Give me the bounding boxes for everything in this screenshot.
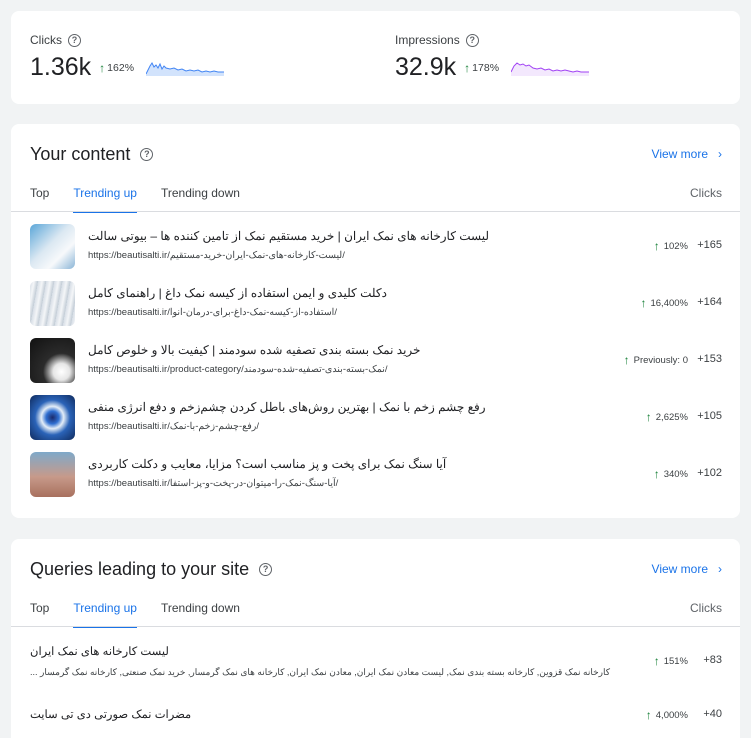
content-tabs: Top Trending up Trending down <box>30 186 240 213</box>
impressions-sparkline <box>511 61 590 76</box>
page-clicks: +165 <box>697 239 722 251</box>
content-row[interactable]: رفع چشم زخم با نمک | بهترین روش‌های باطل… <box>11 395 740 445</box>
arrow-up-icon: ↑ <box>645 708 652 722</box>
page-change: 16,400% <box>650 297 688 309</box>
impressions-change: 178% <box>472 61 500 74</box>
clicks-metric[interactable]: Clicks? 1.36k ↑ 162% <box>30 33 225 82</box>
page-title: خرید نمک بسته بندی تصفیه شده سودمند | کی… <box>88 343 421 357</box>
page-url: https://beautisalti.ir/رفع-چشم-زخم-با-نم… <box>88 421 259 432</box>
query-row[interactable]: مضرات نمک صورتی دی تی سایت ↑ 4,000% +40 <box>11 704 740 738</box>
help-icon[interactable]: ? <box>140 148 154 161</box>
clicks-label: Clicks <box>30 33 62 47</box>
view-more-link[interactable]: View more › <box>652 147 722 161</box>
tab-trending-down[interactable]: Trending down <box>161 601 240 628</box>
query-change: 4,000% <box>655 709 688 721</box>
page-change: Previously: 0 <box>633 354 688 366</box>
query-text: لیست کارخانه های نمک ایران <box>30 646 169 658</box>
chevron-right-icon: › <box>718 562 722 576</box>
panel-title: Queries leading to your site <box>30 559 250 579</box>
impressions-label: Impressions <box>395 33 460 47</box>
arrow-up-icon: ↑ <box>653 654 660 668</box>
divider <box>11 211 740 212</box>
page-change: 102% <box>663 240 688 252</box>
arrow-up-icon: ↑ <box>645 410 652 424</box>
tab-top[interactable]: Top <box>30 186 49 213</box>
page-title: لیست کارخانه های نمک ایران | خرید مستقیم… <box>88 229 490 243</box>
page-url: https://beautisalti.ir/لیست-کارخانه-های-… <box>88 250 345 261</box>
view-more-label: View more <box>651 562 708 576</box>
your-content-panel: Your content? View more › Top Trending up… <box>11 124 740 518</box>
help-icon[interactable]: ? <box>259 563 273 576</box>
view-more-link[interactable]: View more › <box>652 562 722 576</box>
queries-panel: Queries leading to your site? View more ›… <box>11 539 740 738</box>
page-thumbnail <box>30 452 75 497</box>
page-url: https://beautisalti.ir/استفاده-از-کیسه-ن… <box>88 307 337 318</box>
page-clicks: +105 <box>697 410 722 422</box>
panel-title: Your content <box>30 144 131 164</box>
divider <box>11 626 740 627</box>
page-title: آیا سنگ نمک برای پخت و پز مناسب است؟ مزا… <box>88 457 447 471</box>
page-change: 2,625% <box>655 411 688 423</box>
page-thumbnail <box>30 224 75 269</box>
arrow-up-icon: ↑ <box>653 467 660 481</box>
tab-trending-up[interactable]: Trending up <box>73 186 137 213</box>
page-clicks: +102 <box>697 467 722 479</box>
content-row[interactable]: آیا سنگ نمک برای پخت و پز مناسب است؟ مزا… <box>11 452 740 502</box>
clicks-change: 162% <box>107 61 135 74</box>
page-change: 340% <box>663 468 688 480</box>
page-title: رفع چشم زخم با نمک | بهترین روش‌های باطل… <box>88 400 486 414</box>
queries-tabs: Top Trending up Trending down <box>30 601 240 628</box>
tab-trending-up[interactable]: Trending up <box>73 601 137 628</box>
query-clicks: +40 <box>703 708 722 720</box>
query-text: مضرات نمک صورتی دی تی سایت <box>30 709 192 721</box>
content-row[interactable]: خرید نمک بسته بندی تصفیه شده سودمند | کی… <box>11 338 740 388</box>
query-variants: کارخانه نمک قزوین, کارخانه بسته بندی نمک… <box>30 667 611 677</box>
arrow-up-icon: ↑ <box>640 296 647 310</box>
arrow-up-icon: ↑ <box>99 60 106 75</box>
page-url: https://beautisalti.ir/آیا-سنگ-نمک-را-می… <box>88 478 339 489</box>
help-icon[interactable]: ? <box>465 33 479 47</box>
page-title: دکلت کلیدی و ایمن استفاده از کیسه نمک دا… <box>88 286 387 300</box>
chevron-right-icon: › <box>718 147 722 161</box>
arrow-up-icon: ↑ <box>653 239 660 253</box>
tab-trending-down[interactable]: Trending down <box>161 186 240 213</box>
page-thumbnail <box>30 281 75 326</box>
query-change: 151% <box>663 655 688 667</box>
query-row[interactable]: لیست کارخانه های نمک ایران کارخانه نمک ق… <box>11 639 740 689</box>
column-header-clicks: Clicks <box>690 186 722 200</box>
content-row[interactable]: لیست کارخانه های نمک ایران | خرید مستقیم… <box>11 224 740 274</box>
metrics-card: Clicks? 1.36k ↑ 162% Impressions? 32.9k ↑… <box>11 11 740 104</box>
page-clicks: +153 <box>697 353 722 365</box>
impressions-value: 32.9k <box>395 53 457 81</box>
view-more-label: View more <box>651 147 708 161</box>
page-thumbnail <box>30 395 75 440</box>
tab-top[interactable]: Top <box>30 601 49 628</box>
clicks-sparkline <box>146 61 225 76</box>
help-icon[interactable]: ? <box>68 33 81 47</box>
clicks-value: 1.36k <box>30 53 92 81</box>
column-header-clicks: Clicks <box>690 601 722 615</box>
arrow-up-icon: ↑ <box>623 353 630 367</box>
query-clicks: +83 <box>703 654 722 666</box>
impressions-metric[interactable]: Impressions? 32.9k ↑ 178% <box>395 33 590 82</box>
arrow-up-icon: ↑ <box>464 60 471 75</box>
page-url: https://beautisalti.ir/product-category/… <box>88 364 388 375</box>
page-thumbnail <box>30 338 75 383</box>
page-clicks: +164 <box>697 296 722 308</box>
content-row[interactable]: دکلت کلیدی و ایمن استفاده از کیسه نمک دا… <box>11 281 740 331</box>
